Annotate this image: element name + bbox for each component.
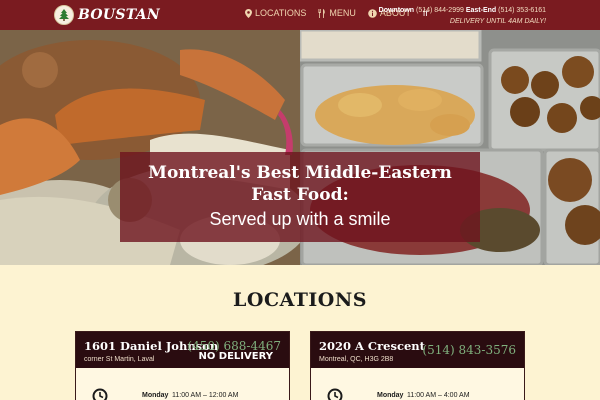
hero-banner: Montreal's Best Middle-Eastern Fast Food… (0, 30, 600, 265)
location-phone[interactable]: (514) 843-3576 (422, 343, 516, 357)
contact-info: Downtown (514) 844-2999 East-End (514) 3… (379, 5, 546, 27)
location-address: Montreal, QC, H3G 2B8 (319, 356, 394, 363)
location-address: corner St Martin, Laval (84, 356, 155, 363)
location-card-header: 2020 A Crescent Montreal, QC, H3G 2B8 (5… (311, 332, 524, 368)
hero-subtitle: Served up with a smile (209, 209, 391, 229)
clock-icon (327, 388, 343, 400)
fork-knife-icon (318, 8, 326, 18)
hero-tagline-box: Montreal's Best Middle-Eastern Fast Food… (120, 152, 480, 242)
hours-time: 11:00 AM – 4:00 AM (407, 392, 470, 399)
location-name: 2020 A Crescent (319, 339, 425, 353)
top-navigation-bar: BOUSTAN LOCATIONS MENU ABOUT fr Downtown… (0, 0, 600, 30)
locations-heading: LOCATIONS (233, 289, 367, 311)
nav-locations-label: LOCATIONS (255, 8, 307, 18)
location-hours: Monday 11:00 AM – 4:00 AM (311, 368, 524, 400)
brand-name: BOUSTAN (78, 7, 161, 23)
downtown-label: Downtown (378, 7, 415, 14)
hours-day: Monday (142, 392, 169, 399)
nav-menu[interactable]: MENU (318, 8, 356, 18)
hero-title-line2: Fast Food: (251, 185, 349, 205)
delivery-status: NO DELIVERY (198, 351, 273, 362)
cedar-tree-icon (54, 5, 74, 25)
brand-logo[interactable]: BOUSTAN (54, 4, 160, 26)
location-card-crescent[interactable]: 2020 A Crescent Montreal, QC, H3G 2B8 (5… (310, 331, 525, 400)
hours-time: 11:00 AM – 12:00 AM (172, 392, 239, 399)
downtown-phone[interactable]: (514) 844-2999 (416, 7, 464, 14)
eastend-phone[interactable]: (514) 353-6161 (498, 7, 546, 14)
info-icon (368, 8, 377, 18)
hours-day: Monday (377, 392, 404, 399)
hero-title-line1: Montreal's Best Middle-Eastern (148, 163, 452, 183)
location-hours: Monday 11:00 AM – 12:00 AM (76, 368, 289, 400)
nav-locations[interactable]: LOCATIONS (245, 8, 306, 18)
nav-menu-label: MENU (329, 8, 356, 18)
location-card-header: 1601 Daniel Johnson corner St Martin, La… (76, 332, 289, 368)
eastend-label: East-End (465, 7, 497, 14)
clock-icon (92, 388, 108, 400)
location-card-daniel-johnson[interactable]: 1601 Daniel Johnson corner St Martin, La… (75, 331, 290, 400)
delivery-notice: DELIVERY UNTIL 4AM DAILY! (449, 18, 546, 25)
map-pin-icon (245, 8, 252, 18)
